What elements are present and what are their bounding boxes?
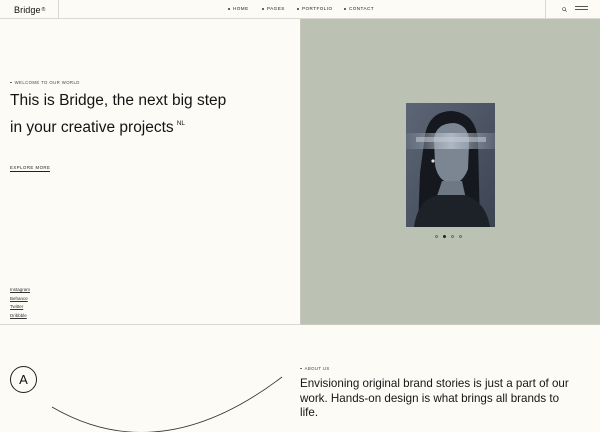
about-text: Envisioning original brand stories is ju…	[300, 377, 569, 420]
site-header: Bridge ® HOME PAGES PORTFOLIO CONTACT	[0, 0, 600, 19]
bullet-icon	[262, 7, 264, 10]
bullet-icon	[228, 7, 230, 10]
bullet-icon	[344, 7, 346, 10]
social-links: Instagram Behance Twitter Dribbble	[10, 286, 30, 320]
search-icon[interactable]	[562, 7, 567, 12]
decorative-arc	[51, 376, 283, 432]
hero-title-text: This is Bridge, the next big step in you…	[10, 92, 227, 136]
hero-eyebrow: WELCOME TO OUR WORLD	[10, 80, 80, 85]
bullet-icon	[300, 367, 302, 370]
social-link-twitter[interactable]: Twitter	[10, 303, 30, 312]
social-link-dribbble[interactable]: Dribbble	[10, 312, 30, 321]
social-link-instagram[interactable]: Instagram	[10, 286, 30, 295]
nav-home[interactable]: HOME	[228, 6, 249, 11]
a-badge-icon: A	[10, 366, 37, 393]
slider-dot[interactable]	[451, 235, 454, 238]
about-eyebrow: ABOUT US	[300, 366, 330, 371]
nav-pages[interactable]: PAGES	[262, 6, 285, 11]
slider-dot-active[interactable]	[443, 235, 446, 238]
bullet-icon	[297, 7, 299, 10]
social-link-behance[interactable]: Behance	[10, 295, 30, 304]
nav-home-label[interactable]: HOME	[233, 6, 249, 11]
hero-title: This is Bridge, the next big step in you…	[10, 90, 230, 139]
nav-portfolio-label[interactable]: PORTFOLIO	[302, 6, 333, 11]
slider-dot[interactable]	[435, 235, 438, 238]
nav-portfolio[interactable]: PORTFOLIO	[297, 6, 333, 11]
about-eyebrow-text: ABOUT US	[304, 366, 330, 371]
hamburger-icon[interactable]	[575, 6, 588, 12]
nav-contact[interactable]: CONTACT	[344, 6, 374, 11]
header-tools	[545, 0, 600, 19]
logo[interactable]: Bridge ®	[0, 0, 59, 19]
hero-slider	[300, 19, 600, 325]
slider-dot[interactable]	[459, 235, 462, 238]
nav-contact-label[interactable]: CONTACT	[349, 6, 374, 11]
logo-text[interactable]: Bridge	[14, 5, 41, 15]
hero-title-sup: NL	[176, 119, 185, 127]
portrait-image	[406, 103, 495, 227]
bullet-icon	[10, 81, 12, 84]
about-section: A ABOUT US Envisioning original brand st…	[0, 325, 600, 432]
hero-intro: WELCOME TO OUR WORLD This is Bridge, the…	[0, 19, 300, 325]
explore-more-link[interactable]: EXPLORE MORE	[10, 165, 51, 172]
slider-dots	[435, 235, 462, 238]
nav-pages-label[interactable]: PAGES	[267, 6, 285, 11]
logo-mark: ®	[41, 6, 46, 13]
hero-eyebrow-text: WELCOME TO OUR WORLD	[14, 80, 80, 85]
